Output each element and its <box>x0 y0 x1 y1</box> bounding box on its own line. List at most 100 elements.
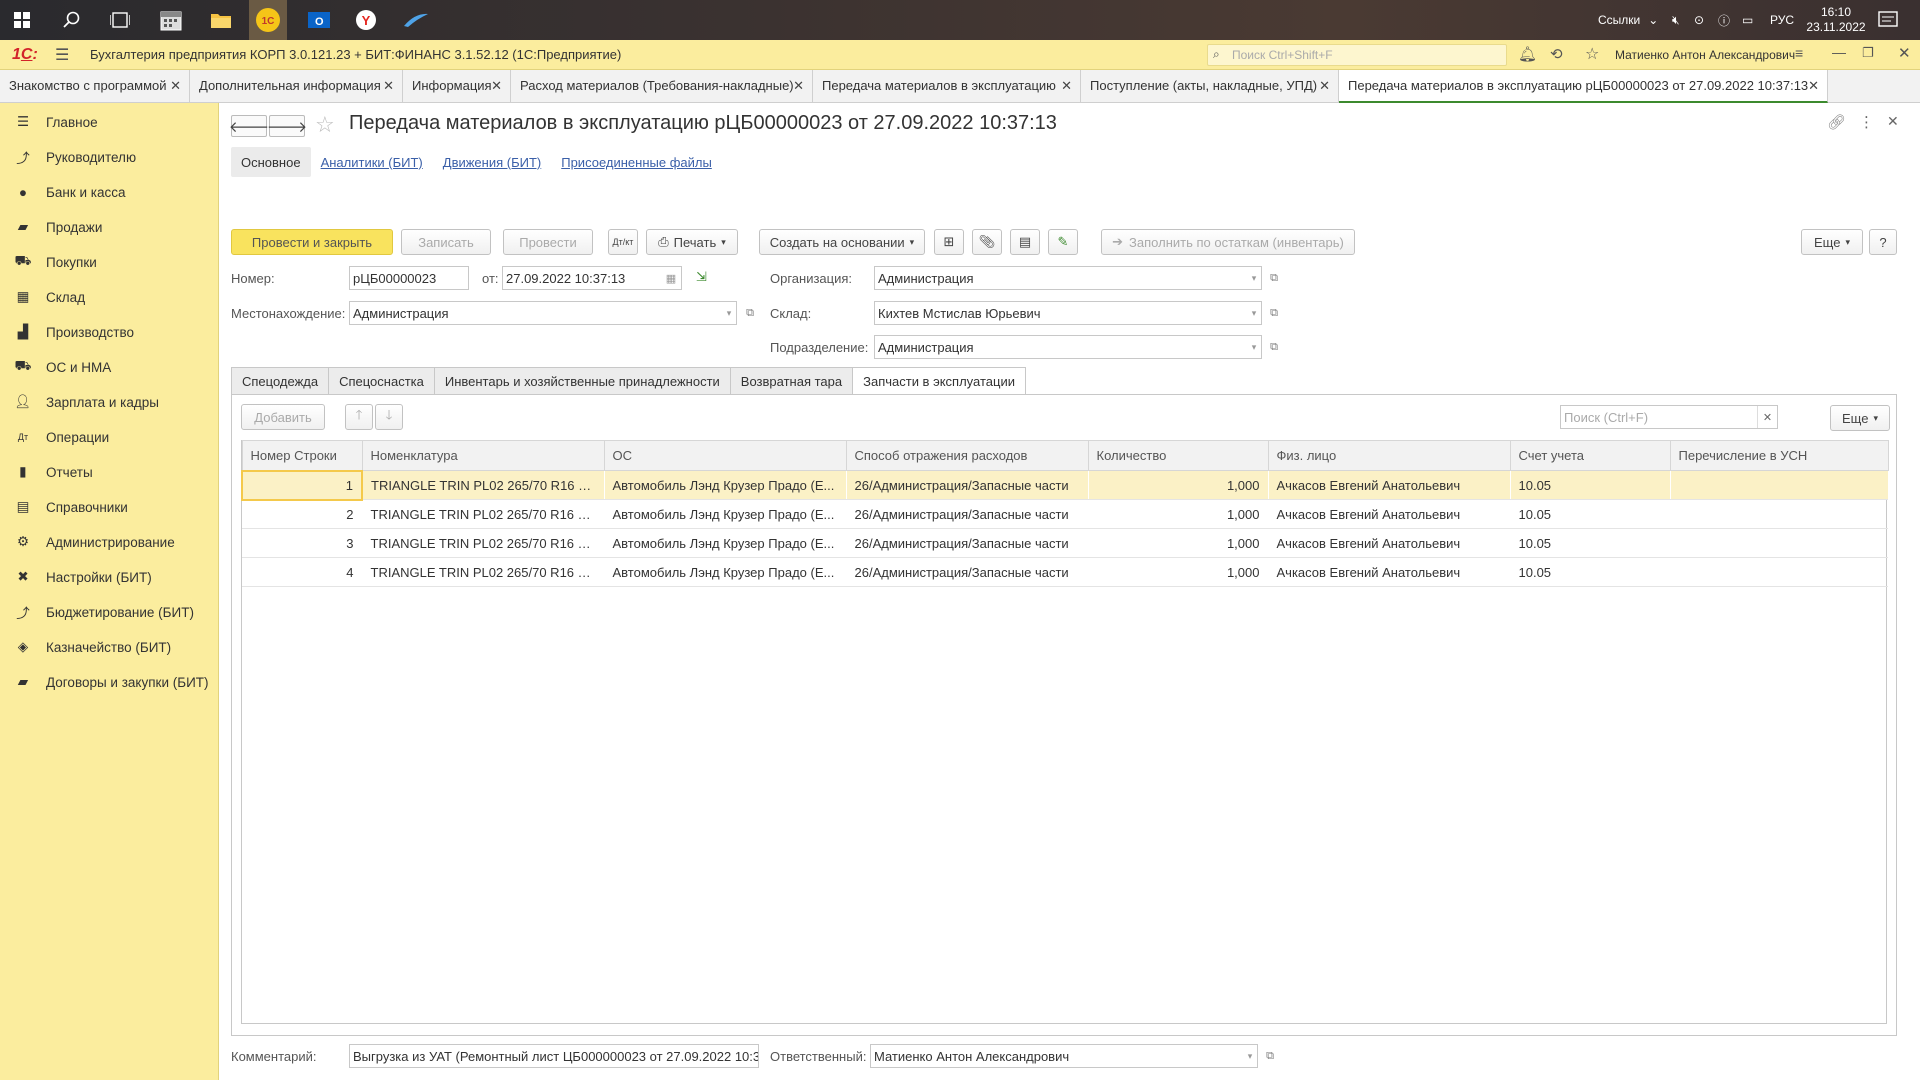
number-field[interactable]: рЦБ00000023 <box>349 266 469 290</box>
help-button[interactable]: ? <box>1869 229 1897 255</box>
sidebar-item-fixed-assets[interactable]: ⛟ ОС и НМА <box>0 350 219 384</box>
print-button[interactable]: ⎙ Печать ▾ <box>646 229 738 255</box>
dropdown-arrow-icon[interactable]: ▾ <box>1247 336 1261 358</box>
close-tab-icon[interactable]: ✕ <box>170 78 181 94</box>
link-icon[interactable]: 🔗︎ <box>1827 113 1846 131</box>
window-tab[interactable]: Передача материалов в эксплуатацию ✕ <box>813 70 1081 103</box>
current-user[interactable]: Матиенко Антон Александрович <box>1615 48 1795 62</box>
structure-button[interactable]: ⊞ <box>934 229 964 255</box>
info-circle-icon[interactable]: ⓘ <box>1718 0 1730 40</box>
division-field[interactable]: Администрация ▾ <box>874 335 1262 359</box>
more-button[interactable]: Еще ▾ <box>1801 229 1863 255</box>
outlook-icon[interactable]: O <box>303 4 335 36</box>
save-button[interactable]: Записать <box>401 229 491 255</box>
nomenclature-cell[interactable]: TRIANGLE TRIN PL02 265/70 R16 1... <box>362 499 604 529</box>
window-tab[interactable]: Информация ✕ <box>403 70 511 103</box>
warehouse-field[interactable]: Кихтев Мстислав Юрьевич ▾ <box>874 301 1262 325</box>
sidebar-item-sales[interactable]: ▰ Продажи <box>0 210 219 244</box>
date-field[interactable]: 27.09.2022 10:37:13 ▦ <box>502 266 682 290</box>
asset-cell[interactable]: Автомобиль Лэнд Крузер Прадо (Е... <box>604 499 846 529</box>
quantity-cell[interactable]: 1,000 <box>1088 499 1268 529</box>
window-tab[interactable]: Расход материалов (Требования-накладные)… <box>511 70 813 103</box>
person-cell[interactable]: Ачкасов Евгений Анатольевич <box>1268 557 1510 587</box>
expense-method-cell[interactable]: 26/Администрация/Запасные части <box>846 557 1088 587</box>
post-button[interactable]: Провести <box>503 229 593 255</box>
table-row[interactable]: 4 TRIANGLE TRIN PL02 265/70 R16 1... Авт… <box>242 557 1888 587</box>
open-location-icon[interactable]: ⧉ <box>743 306 757 320</box>
window-tab[interactable]: Дополнительная информация ✕ <box>190 70 403 103</box>
chevron-down-icon[interactable]: ⌄ <box>1648 13 1658 27</box>
windows-start-icon[interactable] <box>6 4 38 36</box>
dropdown-arrow-icon[interactable]: ▾ <box>1247 267 1261 289</box>
settings-lines-icon[interactable]: ≡ <box>1795 45 1803 61</box>
sidebar-item-budgeting[interactable]: ⤴ Бюджетирование (БИТ) <box>0 595 219 629</box>
search-icon[interactable] <box>56 4 88 36</box>
table-search-input[interactable]: Поиск (Ctrl+F) ✕ <box>1560 405 1778 429</box>
language-indicator[interactable]: РУС <box>1770 0 1794 40</box>
asset-cell[interactable]: Автомобиль Лэнд Крузер Прадо (Е... <box>604 557 846 587</box>
usn-cell[interactable] <box>1670 528 1888 558</box>
sidebar-item-production[interactable]: ▟ Производство <box>0 315 219 349</box>
location-field[interactable]: Администрация ▾ <box>349 301 737 325</box>
expense-method-cell[interactable]: 26/Администрация/Запасные части <box>846 528 1088 558</box>
dropdown-arrow-icon[interactable]: ▾ <box>1243 1045 1257 1067</box>
account-cell[interactable]: 10.05 <box>1510 528 1670 558</box>
create-based-on-button[interactable]: Создать на основании ▾ <box>759 229 925 255</box>
sidebar-item-reports[interactable]: ▮ Отчеты <box>0 455 219 489</box>
sidebar-item-main[interactable]: ☰ Главное <box>0 105 219 139</box>
favorite-star-icon[interactable]: ☆ <box>315 112 335 138</box>
attach-button[interactable]: 📎︎ <box>972 229 1002 255</box>
tab-special-tools[interactable]: Спецоснастка <box>328 367 434 395</box>
tab-movements[interactable]: Движения (БИТ) <box>433 147 551 177</box>
clear-search-icon[interactable]: ✕ <box>1757 406 1777 428</box>
calendar-app-icon[interactable] <box>155 4 187 36</box>
column-header[interactable]: Перечисление в УСН <box>1669 440 1889 471</box>
minimize-icon[interactable]: — <box>1832 44 1846 60</box>
row-number-cell[interactable]: 4 <box>242 557 362 587</box>
comment-field[interactable]: Выгрузка из УАТ (Ремонтный лист ЦБ000000… <box>349 1044 759 1068</box>
person-cell[interactable]: Ачкасов Евгений Анатольевич <box>1268 528 1510 558</box>
nomenclature-cell[interactable]: TRIANGLE TRIN PL02 265/70 R16 1... <box>362 528 604 558</box>
sidebar-item-treasury[interactable]: ◈ Казначейство (БИТ) <box>0 630 219 664</box>
column-header[interactable]: Номенклатура <box>361 440 605 471</box>
close-tab-icon[interactable]: ✕ <box>1808 78 1819 94</box>
network-icon[interactable]: ▭ <box>1742 0 1753 40</box>
links-toolbar[interactable]: Ссылки ⌄ <box>1598 0 1658 40</box>
open-responsible-icon[interactable]: ⧉ <box>1263 1049 1277 1063</box>
dropdown-arrow-icon[interactable]: ▾ <box>1247 302 1261 324</box>
quantity-cell[interactable]: 1,000 <box>1088 470 1268 500</box>
close-form-icon[interactable]: ✕ <box>1887 113 1899 130</box>
notifications-icon[interactable] <box>1878 0 1898 40</box>
expense-method-cell[interactable]: 26/Администрация/Запасные части <box>846 499 1088 529</box>
account-cell[interactable]: 10.05 <box>1510 499 1670 529</box>
tab-returnable-packaging[interactable]: Возвратная тара <box>729 367 853 395</box>
task-view-icon[interactable] <box>104 4 136 36</box>
sidebar-item-operations[interactable]: Дт Операции <box>0 420 219 454</box>
close-tab-icon[interactable]: ✕ <box>793 78 804 94</box>
table-row[interactable]: 3 TRIANGLE TRIN PL02 265/70 R16 1... Авт… <box>242 528 1888 558</box>
person-cell[interactable]: Ачкасов Евгений Анатольевич <box>1268 470 1510 500</box>
tab-attached-files[interactable]: Присоединенные файлы <box>551 147 722 177</box>
window-tab[interactable]: Знакомство с программой ✕ <box>0 70 190 103</box>
asset-cell[interactable]: Автомобиль Лэнд Крузер Прадо (Е... <box>604 528 846 558</box>
global-search-input[interactable]: ⌕ Поиск Ctrl+Shift+F <box>1207 44 1507 66</box>
open-division-icon[interactable]: ⧉ <box>1267 340 1281 354</box>
column-header[interactable]: Способ отражения расходов <box>845 440 1089 471</box>
restore-icon[interactable]: ❐ <box>1862 45 1874 61</box>
sidebar-item-warehouse[interactable]: ▦ Склад <box>0 280 219 314</box>
table-row[interactable]: 2 TRIANGLE TRIN PL02 265/70 R16 1... Авт… <box>242 499 1888 529</box>
usn-cell[interactable] <box>1670 470 1888 500</box>
tab-work-clothes[interactable]: Спецодежда <box>231 367 329 395</box>
quantity-cell[interactable]: 1,000 <box>1088 557 1268 587</box>
account-cell[interactable]: 10.05 <box>1510 470 1670 500</box>
report-button[interactable]: ▤ <box>1010 229 1040 255</box>
app-swoosh-icon[interactable] <box>400 4 432 36</box>
row-number-cell[interactable]: 1 <box>241 469 363 501</box>
sidebar-item-catalogs[interactable]: ▤ Справочники <box>0 490 219 524</box>
file-explorer-icon[interactable] <box>205 4 237 36</box>
asset-cell[interactable]: Автомобиль Лэнд Крузер Прадо (Е... <box>604 470 846 500</box>
sidebar-item-admin[interactable]: ⚙ Администрирование <box>0 525 219 559</box>
expense-method-cell[interactable]: 26/Администрация/Запасные части <box>846 470 1088 500</box>
clock[interactable]: 16:10 23.11.2022 <box>1806 0 1866 40</box>
fill-by-remains-button[interactable]: ➔ Заполнить по остаткам (инвентарь) <box>1101 229 1355 255</box>
